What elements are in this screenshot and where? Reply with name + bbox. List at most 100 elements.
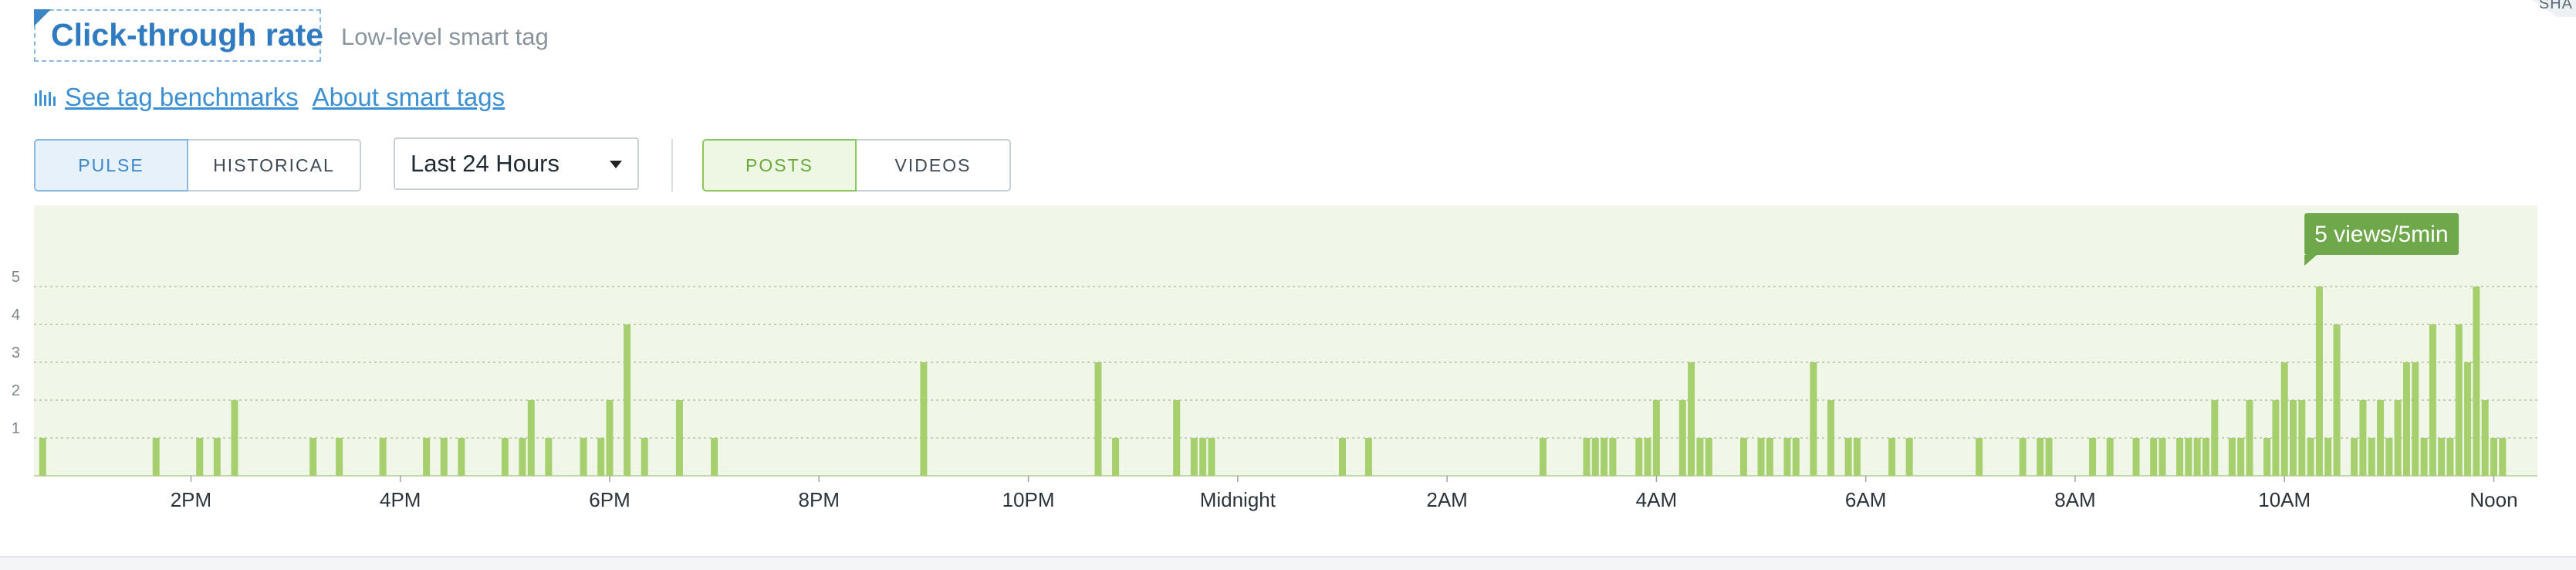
content-toggle: POSTS VIDEOS: [702, 139, 1011, 192]
posts-button[interactable]: POSTS: [702, 139, 857, 192]
pulse-button[interactable]: PULSE: [34, 139, 188, 192]
x-tick-label: 4AM: [1636, 488, 1677, 511]
bar: [1112, 438, 1120, 476]
timeframe-value: Last 24 Hours: [411, 150, 559, 177]
bar: [519, 438, 526, 476]
bar: [1757, 438, 1765, 476]
bar: [2211, 400, 2219, 476]
share-tab[interactable]: SHA: [2507, 0, 2576, 17]
chart-area: 1 2 3 4 5 2PM 4PM 6PM 8PM 10PM Midnight 2AM 4AM 6AM 8A…: [0, 205, 2547, 530]
bar: [1635, 438, 1643, 476]
bar: [1652, 400, 1660, 476]
bar: [2280, 362, 2288, 476]
x-tick-label: 6PM: [589, 488, 630, 511]
bar: [2377, 400, 2385, 476]
bar: [2464, 362, 2472, 476]
bar: [1583, 438, 1591, 476]
bar: [1688, 362, 1695, 476]
x-tick-label: 8PM: [799, 488, 840, 511]
bar: [1905, 438, 1913, 476]
bar: [213, 438, 221, 476]
bar: [1766, 438, 1773, 476]
bar: [336, 438, 343, 476]
bar: [379, 438, 387, 476]
bar: [624, 324, 631, 476]
tooltip-text: 5 views/5min: [2314, 222, 2448, 247]
see-tag-benchmarks-link[interactable]: See tag benchmarks: [65, 83, 299, 112]
tag-level-label: Low-level smart tag: [341, 23, 549, 50]
bar: [423, 438, 431, 476]
bar: [1792, 438, 1800, 476]
bar: [2359, 400, 2367, 476]
x-tick-label: 10AM: [2258, 488, 2311, 511]
bar: [231, 400, 238, 476]
bar: [2176, 438, 2184, 476]
bar: [2473, 287, 2480, 476]
page-title: Click-through rate: [51, 17, 324, 53]
timeframe-dropdown[interactable]: Last 24 Hours: [394, 137, 639, 190]
bar: [2298, 400, 2306, 476]
bar: [2402, 362, 2410, 476]
bar: [1364, 438, 1372, 476]
bar: [2193, 438, 2201, 476]
bar: [2158, 438, 2166, 476]
x-tick-label: 8AM: [2054, 488, 2095, 511]
bar: [196, 438, 204, 476]
bar: [2351, 438, 2358, 476]
bar: [440, 438, 448, 476]
bar: [2307, 438, 2314, 476]
bar: [1591, 438, 1599, 476]
bar: [2481, 400, 2489, 476]
bar: [1208, 438, 1215, 476]
bar: [1810, 362, 1817, 476]
bar: [711, 438, 718, 476]
y-tick-label: 1: [12, 420, 20, 437]
videos-button[interactable]: VIDEOS: [857, 139, 1011, 192]
bar: [1338, 438, 1346, 476]
bar: [606, 400, 614, 476]
bar: [2272, 400, 2280, 476]
historical-button[interactable]: HISTORICAL: [188, 139, 361, 192]
bar: [2185, 438, 2192, 476]
bar: [2490, 438, 2497, 476]
bar: [458, 438, 465, 476]
bar: [2202, 438, 2209, 476]
mode-toggle: PULSE HISTORICAL: [34, 139, 361, 192]
bar: [152, 438, 160, 476]
bar: [1644, 438, 1651, 476]
x-tick-label: Noon: [2470, 488, 2517, 511]
bar: [2394, 400, 2402, 476]
bar: [1705, 438, 1712, 476]
bar: [2132, 438, 2140, 476]
plot-background: [34, 205, 2537, 476]
bar: [39, 438, 46, 476]
bar: [2455, 324, 2463, 476]
bar: [2420, 438, 2428, 476]
bar: [675, 400, 683, 476]
x-tick-label: 10PM: [1002, 488, 1055, 511]
x-tick-label: 6AM: [1845, 488, 1886, 511]
bar: [2037, 438, 2044, 476]
bar: [1190, 438, 1198, 476]
bar: [2429, 324, 2436, 476]
bar: [1783, 438, 1791, 476]
bar: [580, 438, 587, 476]
bar: [2150, 438, 2158, 476]
bar: [1739, 438, 1747, 476]
smart-tag-title-box[interactable]: Click-through rate: [34, 9, 324, 62]
link-row: See tag benchmarks About smart tags: [34, 80, 519, 114]
bar: [2019, 438, 2027, 476]
bar: [1539, 438, 1547, 476]
bar: [2246, 400, 2253, 476]
share-tab-label: SHA: [2538, 0, 2573, 12]
about-smart-tags-link[interactable]: About smart tags: [313, 83, 505, 112]
bar: [920, 362, 928, 476]
bar: [2446, 438, 2454, 476]
bar: [1888, 438, 1896, 476]
bar: [1976, 438, 1983, 476]
bar: [2333, 324, 2341, 476]
bar: [597, 438, 605, 476]
bar: [1827, 400, 1834, 476]
x-tick-label: 2PM: [171, 488, 211, 511]
bar: [2438, 438, 2446, 476]
